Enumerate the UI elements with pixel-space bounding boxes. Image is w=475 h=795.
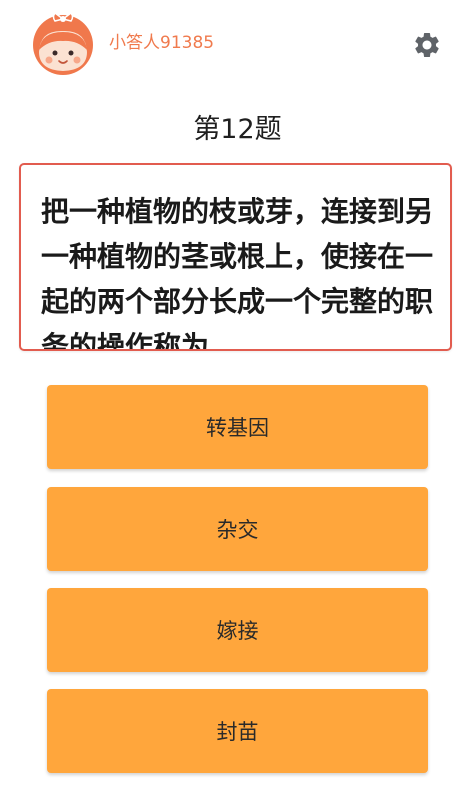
gear-icon[interactable] (412, 30, 442, 60)
question-number: 第12题 (193, 114, 282, 145)
option-button-4[interactable]: 封苗 (47, 689, 428, 773)
option-button-1[interactable]: 转基因 (47, 385, 428, 469)
avatar-icon[interactable] (30, 10, 96, 76)
question-text: 把一种植物的枝或芽，连接到另一种植物的茎或根上，使接在一起的两个部分长成一个完整… (41, 195, 434, 351)
header: 小答人91385 (0, 0, 475, 90)
question-box: 把一种植物的枝或芽，连接到另一种植物的茎或根上，使接在一起的两个部分长成一个完整… (19, 163, 452, 351)
option-button-3[interactable]: 嫁接 (47, 588, 428, 672)
username: 小答人91385 (109, 33, 215, 53)
option-button-2[interactable]: 杂交 (47, 487, 428, 571)
